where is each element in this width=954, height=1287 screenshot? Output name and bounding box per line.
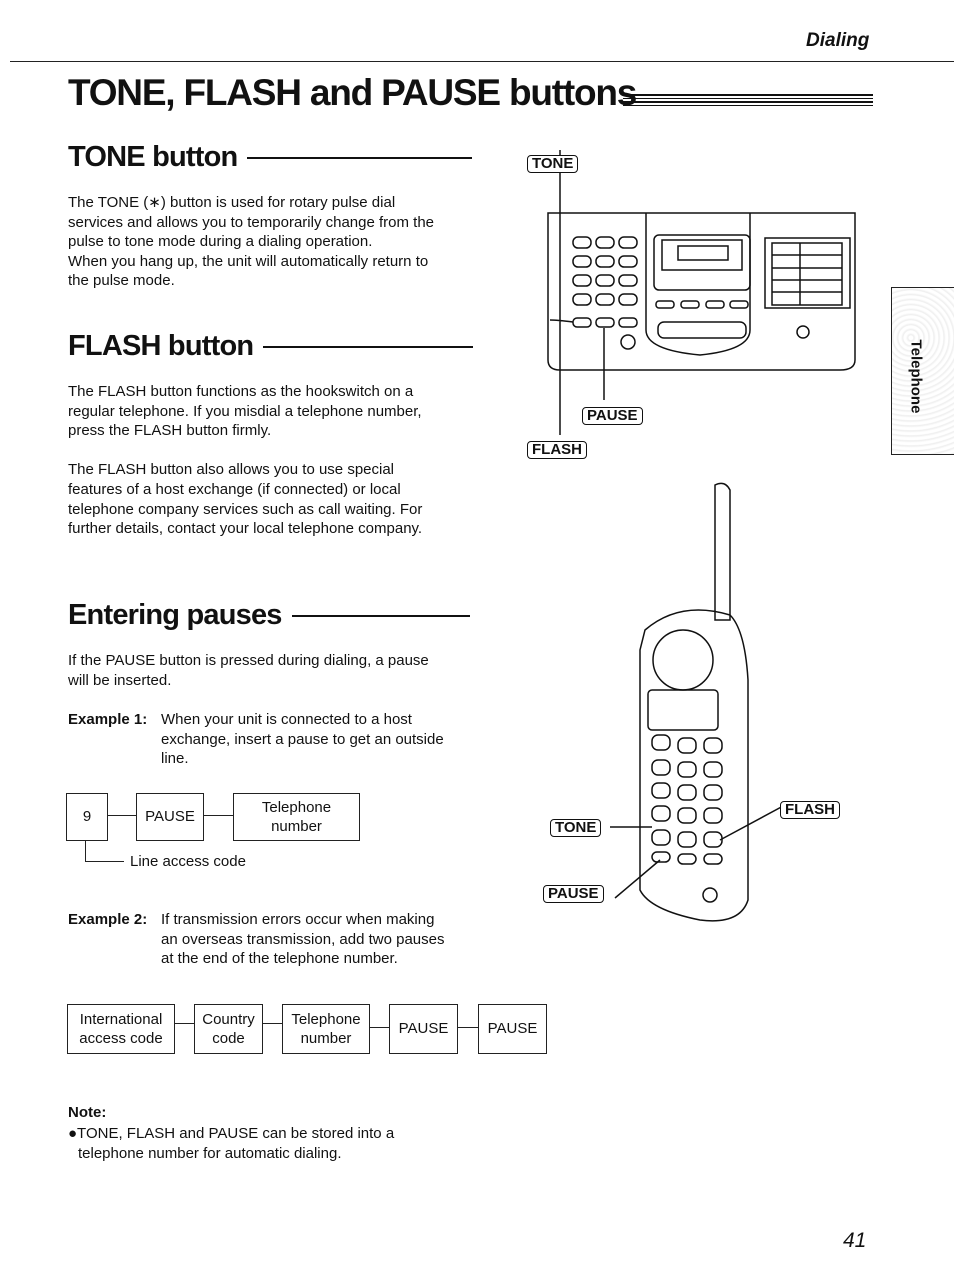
text-line: If the PAUSE button is pressed during di… [68,652,429,669]
annotation-text: Line access code [130,853,246,870]
text-line: an overseas transmission, add two pauses [161,930,445,948]
diagram-box: International access code [67,1004,175,1054]
section-label: Dialing [806,30,870,51]
example-2: Example 2: If transmission errors occur … [68,910,488,969]
note-text: ●TONE, FLASH and PAUSE can be stored int… [68,1124,394,1163]
text-line: further details, contact your local tele… [68,520,423,538]
diagram-box: Country code [194,1004,263,1054]
section-tab[interactable]: Telephone [891,287,954,455]
text-line: The TONE (∗) button is used for rotary p… [68,194,396,211]
text-line: regular telephone. If you misdial a tele… [68,402,422,420]
annotation-line [85,841,124,862]
flash-heading-text: FLASH button [68,330,254,362]
flash-heading: FLASH button [68,330,474,363]
tone-heading: TONE button [68,141,473,174]
connector [458,1027,478,1029]
text-line: pulse to tone mode during a dialing oper… [68,233,373,251]
heading-rule [263,346,474,349]
example-1: Example 1: When your unit is connected t… [68,710,488,769]
text-line: line. [161,750,189,768]
connector [263,1023,282,1025]
flash-text: The FLASH button functions as the hooksw… [68,382,488,539]
heading-rule [247,157,473,160]
tone-heading-text: TONE button [68,141,238,173]
text-line: telephone number for automatic dialing. [78,1144,342,1162]
connector [108,815,136,817]
flash-key-label: FLASH [527,441,587,459]
pause-key-label: PAUSE [582,407,643,425]
text-line: services and allows you to temporarily c… [68,213,435,231]
text-line: When your unit is connected to a host [161,711,412,728]
text-line: The FLASH button also allows you to use … [68,461,395,479]
pauses-heading: Entering pauses [68,599,470,632]
handset-pause-key-label: PAUSE [543,885,604,903]
text-line: at the end of the telephone number. [161,950,398,968]
text-line: When you hang up, the unit will automati… [68,252,429,270]
diagram-box: PAUSE [478,1004,547,1054]
header-rule [10,61,954,62]
connector [370,1027,389,1029]
text-line: exchange, insert a pause to get an outsi… [161,730,444,748]
page-title: TONE, FLASH and PAUSE buttons [68,72,637,113]
text-line: press the FLASH button firmly. [68,422,272,440]
text-line: will be inserted. [68,671,172,689]
handset-tone-key-label: TONE [550,819,602,837]
text-line: ●TONE, FLASH and PAUSE can be stored int… [68,1125,395,1142]
page-number: 41 [843,1229,867,1252]
text-line: The FLASH button functions as the hooksw… [68,383,414,400]
pauses-intro: If the PAUSE button is pressed during di… [68,651,488,690]
text-line: features of a host exchange (if connecte… [68,480,401,498]
section-tab-label: Telephone [907,339,925,414]
text-line: If transmission errors occur when making [161,911,435,928]
diagram-box: Telephone number [233,793,360,841]
diagram-box: PAUSE [389,1004,458,1054]
connector [175,1023,194,1025]
title-rules [623,94,873,108]
tone-key-label: TONE [527,155,579,173]
heading-rule [291,615,470,618]
diagram-box: 9 [66,793,108,841]
note-label: Note: [68,1104,107,1121]
text-line: telephone company services such as call … [68,500,423,518]
connector [204,815,233,817]
tone-text: The TONE (∗) button is used for rotary p… [68,193,488,291]
diagram-box: PAUSE [136,793,204,841]
diagram-box: Telephone number [282,1004,370,1054]
cordless-handset-illustration [610,482,786,922]
example-label: Example 1: [68,711,148,728]
fax-machine-illustration [547,150,856,435]
text-line: the pulse mode. [68,272,175,290]
example-label: Example 2: [68,911,148,928]
pauses-heading-text: Entering pauses [68,599,282,631]
handset-flash-key-label: FLASH [780,801,840,819]
